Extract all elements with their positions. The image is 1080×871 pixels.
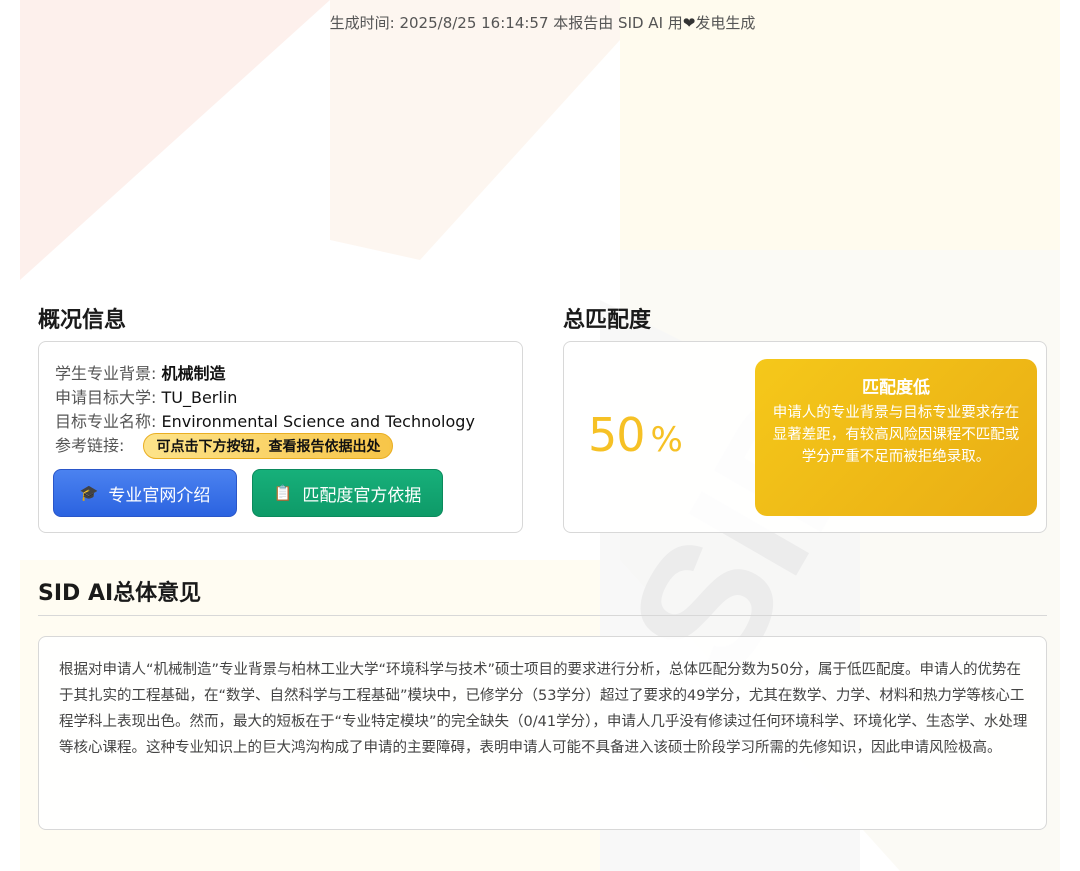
opinion-title: SID AI总体意见 xyxy=(38,581,202,606)
program-value: Environmental Science and Technology xyxy=(161,412,475,431)
match-level-box: 匹配度低 申请人的专业背景与目标专业要求存在显著差距，有较高风险因课程不匹配或学… xyxy=(755,359,1037,516)
opinion-card: 根据对申请人“机械制造”专业背景与柏林工业大学“环境科学与技术”硕士项目的要求进… xyxy=(38,636,1047,830)
program-intro-label: 专业官网介绍 xyxy=(108,485,211,505)
reference-hint-badge: 可点击下方按钮，查看报告依据出处 xyxy=(143,433,394,459)
section-divider xyxy=(38,615,1047,616)
background-label: 学生专业背景: xyxy=(55,364,162,383)
report-page: 生成时间: 2025/8/25 16:14:57 本报告由 SID AI 用❤发… xyxy=(0,0,1080,871)
generation-prefix: 生成时间: 2025/8/25 16:14:57 本报告由 SID AI 用 xyxy=(329,14,683,32)
match-title: 总匹配度 xyxy=(563,308,652,333)
overview-title: 概况信息 xyxy=(38,308,127,333)
reference-row: 参考链接: 可点击下方按钮，查看报告依据出处 xyxy=(55,432,394,459)
generation-suffix: 发电生成 xyxy=(695,14,756,32)
university-label: 申请目标大学: xyxy=(55,388,162,407)
generation-info: 生成时间: 2025/8/25 16:14:57 本报告由 SID AI 用❤发… xyxy=(0,12,1080,33)
match-level: 匹配度低 xyxy=(862,378,930,398)
reference-label: 参考链接: xyxy=(55,436,130,455)
match-unit: % xyxy=(650,420,683,460)
match-card: 50% 匹配度低 申请人的专业背景与目标专业要求存在显著差距，有较高风险因课程不… xyxy=(563,341,1047,533)
opinion-text: 根据对申请人“机械制造”专业背景与柏林工业大学“环境科学与技术”硕士项目的要求进… xyxy=(59,662,1028,756)
program-label: 目标专业名称: xyxy=(55,412,162,431)
heart-icon: ❤ xyxy=(682,14,696,32)
clipboard-icon: 📋 xyxy=(273,485,293,502)
program-row: 目标专业名称: Environmental Science and Techno… xyxy=(55,408,475,432)
match-percentage: 50% xyxy=(588,408,683,462)
overview-card: 学生专业背景: 机械制造 申请目标大学: TU_Berlin 目标专业名称: E… xyxy=(38,341,523,533)
university-value: TU_Berlin xyxy=(161,388,238,407)
background-row: 学生专业背景: 机械制造 xyxy=(55,360,226,384)
match-number: 50 xyxy=(588,408,646,462)
match-basis-label: 匹配度官方依据 xyxy=(302,485,422,505)
graduation-cap-icon: 🎓 xyxy=(79,485,99,502)
background-value: 机械制造 xyxy=(161,364,226,383)
match-description: 申请人的专业背景与目标专业要求存在显著差距，有较高风险因课程不匹配或学分严重不足… xyxy=(772,405,1020,465)
program-intro-button[interactable]: 🎓 专业官网介绍 xyxy=(53,469,237,517)
match-basis-button[interactable]: 📋 匹配度官方依据 xyxy=(252,469,443,517)
university-row: 申请目标大学: TU_Berlin xyxy=(55,384,237,408)
